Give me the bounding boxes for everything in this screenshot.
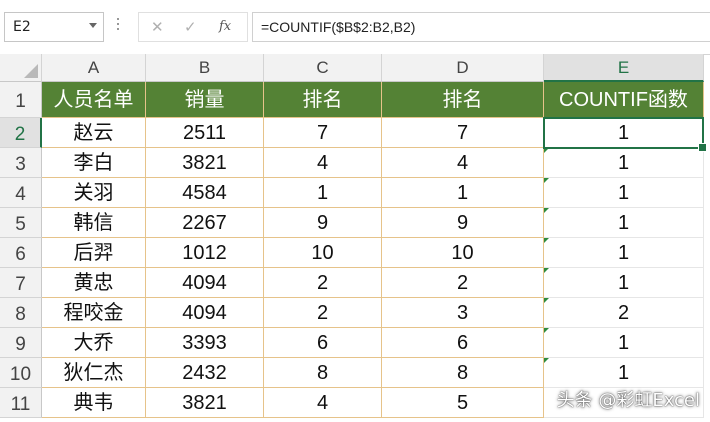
- chevron-down-icon[interactable]: [89, 23, 97, 28]
- table-cell[interactable]: 1: [264, 178, 382, 208]
- table-cell[interactable]: 后羿: [42, 238, 146, 268]
- table-cell[interactable]: 程咬金: [42, 298, 146, 328]
- formula-bar: E2 ✕ ✓ fx =COUNTIF($B$2:B2,B2): [0, 0, 710, 55]
- table-cell[interactable]: 3: [382, 298, 544, 328]
- table-cell[interactable]: 2: [264, 298, 382, 328]
- table-cell[interactable]: 6: [264, 328, 382, 358]
- table-cell[interactable]: 1: [544, 358, 704, 388]
- table-cell[interactable]: 4: [264, 388, 382, 418]
- table-cell[interactable]: 狄仁杰: [42, 358, 146, 388]
- column-header-c[interactable]: C: [264, 54, 382, 82]
- row-header-11[interactable]: 11: [0, 388, 42, 418]
- table-cell[interactable]: 韩信: [42, 208, 146, 238]
- table-cell[interactable]: 7: [382, 118, 544, 148]
- column-header-e[interactable]: E: [544, 54, 704, 82]
- formula-text: =COUNTIF($B$2:B2,B2): [261, 19, 416, 35]
- table-cell[interactable]: 9: [382, 208, 544, 238]
- table-cell[interactable]: 关羽: [42, 178, 146, 208]
- table-header-cell[interactable]: 排名: [382, 82, 544, 118]
- table-cell[interactable]: 5: [382, 388, 544, 418]
- table-cell[interactable]: 2511: [146, 118, 264, 148]
- table-cell[interactable]: 6: [382, 328, 544, 358]
- formula-input[interactable]: =COUNTIF($B$2:B2,B2): [252, 12, 710, 42]
- table-cell[interactable]: 1: [544, 178, 704, 208]
- table-cell[interactable]: 1: [544, 328, 704, 358]
- row-header-10[interactable]: 10: [0, 358, 42, 388]
- table-cell[interactable]: 4094: [146, 268, 264, 298]
- table-cell[interactable]: 3393: [146, 328, 264, 358]
- table-cell[interactable]: 1: [544, 118, 704, 148]
- table-header-cell[interactable]: 销量: [146, 82, 264, 118]
- table-cell[interactable]: 黄忠: [42, 268, 146, 298]
- row-header-5[interactable]: 5: [0, 208, 42, 238]
- more-options-icon[interactable]: [115, 15, 121, 35]
- row-header-3[interactable]: 3: [0, 148, 42, 178]
- table-cell[interactable]: 1: [544, 268, 704, 298]
- table-cell[interactable]: 4: [264, 148, 382, 178]
- table-cell[interactable]: 2: [264, 268, 382, 298]
- column-header-b[interactable]: B: [146, 54, 264, 82]
- table-cell[interactable]: 2432: [146, 358, 264, 388]
- watermark: 头条 @彩虹Excel: [556, 390, 700, 411]
- table-cell[interactable]: 10: [382, 238, 544, 268]
- table-cell[interactable]: 1: [382, 178, 544, 208]
- row-header-2[interactable]: 2: [0, 118, 42, 148]
- table-cell[interactable]: 4584: [146, 178, 264, 208]
- name-box-value: E2: [13, 19, 31, 35]
- table-cell[interactable]: 1: [544, 238, 704, 268]
- table-cell[interactable]: 10: [264, 238, 382, 268]
- table-cell[interactable]: 4094: [146, 298, 264, 328]
- check-icon[interactable]: ✓: [184, 18, 197, 36]
- table-cell[interactable]: 1: [544, 208, 704, 238]
- table-cell[interactable]: 李白: [42, 148, 146, 178]
- table-cell[interactable]: 9: [264, 208, 382, 238]
- table-cell[interactable]: 典韦: [42, 388, 146, 418]
- row-header-4[interactable]: 4: [0, 178, 42, 208]
- cancel-icon[interactable]: ✕: [151, 18, 164, 36]
- table-header-cell[interactable]: 排名: [264, 82, 382, 118]
- select-all-button[interactable]: [0, 54, 42, 82]
- row-header-1[interactable]: 1: [0, 82, 42, 118]
- table-cell[interactable]: 3821: [146, 388, 264, 418]
- table-cell[interactable]: 大乔: [42, 328, 146, 358]
- column-header-d[interactable]: D: [382, 54, 544, 82]
- table-cell[interactable]: 2: [382, 268, 544, 298]
- table-cell[interactable]: 8: [264, 358, 382, 388]
- row-header-9[interactable]: 9: [0, 328, 42, 358]
- table-cell[interactable]: 3821: [146, 148, 264, 178]
- name-box[interactable]: E2: [4, 12, 104, 42]
- table-cell[interactable]: 2: [544, 298, 704, 328]
- table-cell[interactable]: 赵云: [42, 118, 146, 148]
- table-header-cell[interactable]: COUNTIF函数: [544, 82, 704, 118]
- table-cell[interactable]: 1012: [146, 238, 264, 268]
- table-cell[interactable]: 1: [544, 148, 704, 178]
- row-header-8[interactable]: 8: [0, 298, 42, 328]
- table-cell[interactable]: 2267: [146, 208, 264, 238]
- table-header-cell[interactable]: 人员名单: [42, 82, 146, 118]
- table-cell[interactable]: 7: [264, 118, 382, 148]
- table-cell[interactable]: 8: [382, 358, 544, 388]
- insert-function-icon[interactable]: fx: [219, 19, 231, 34]
- row-header-7[interactable]: 7: [0, 268, 42, 298]
- row-header-6[interactable]: 6: [0, 238, 42, 268]
- formula-buttons: ✕ ✓ fx: [138, 12, 248, 42]
- column-header-a[interactable]: A: [42, 54, 146, 82]
- table-cell[interactable]: 4: [382, 148, 544, 178]
